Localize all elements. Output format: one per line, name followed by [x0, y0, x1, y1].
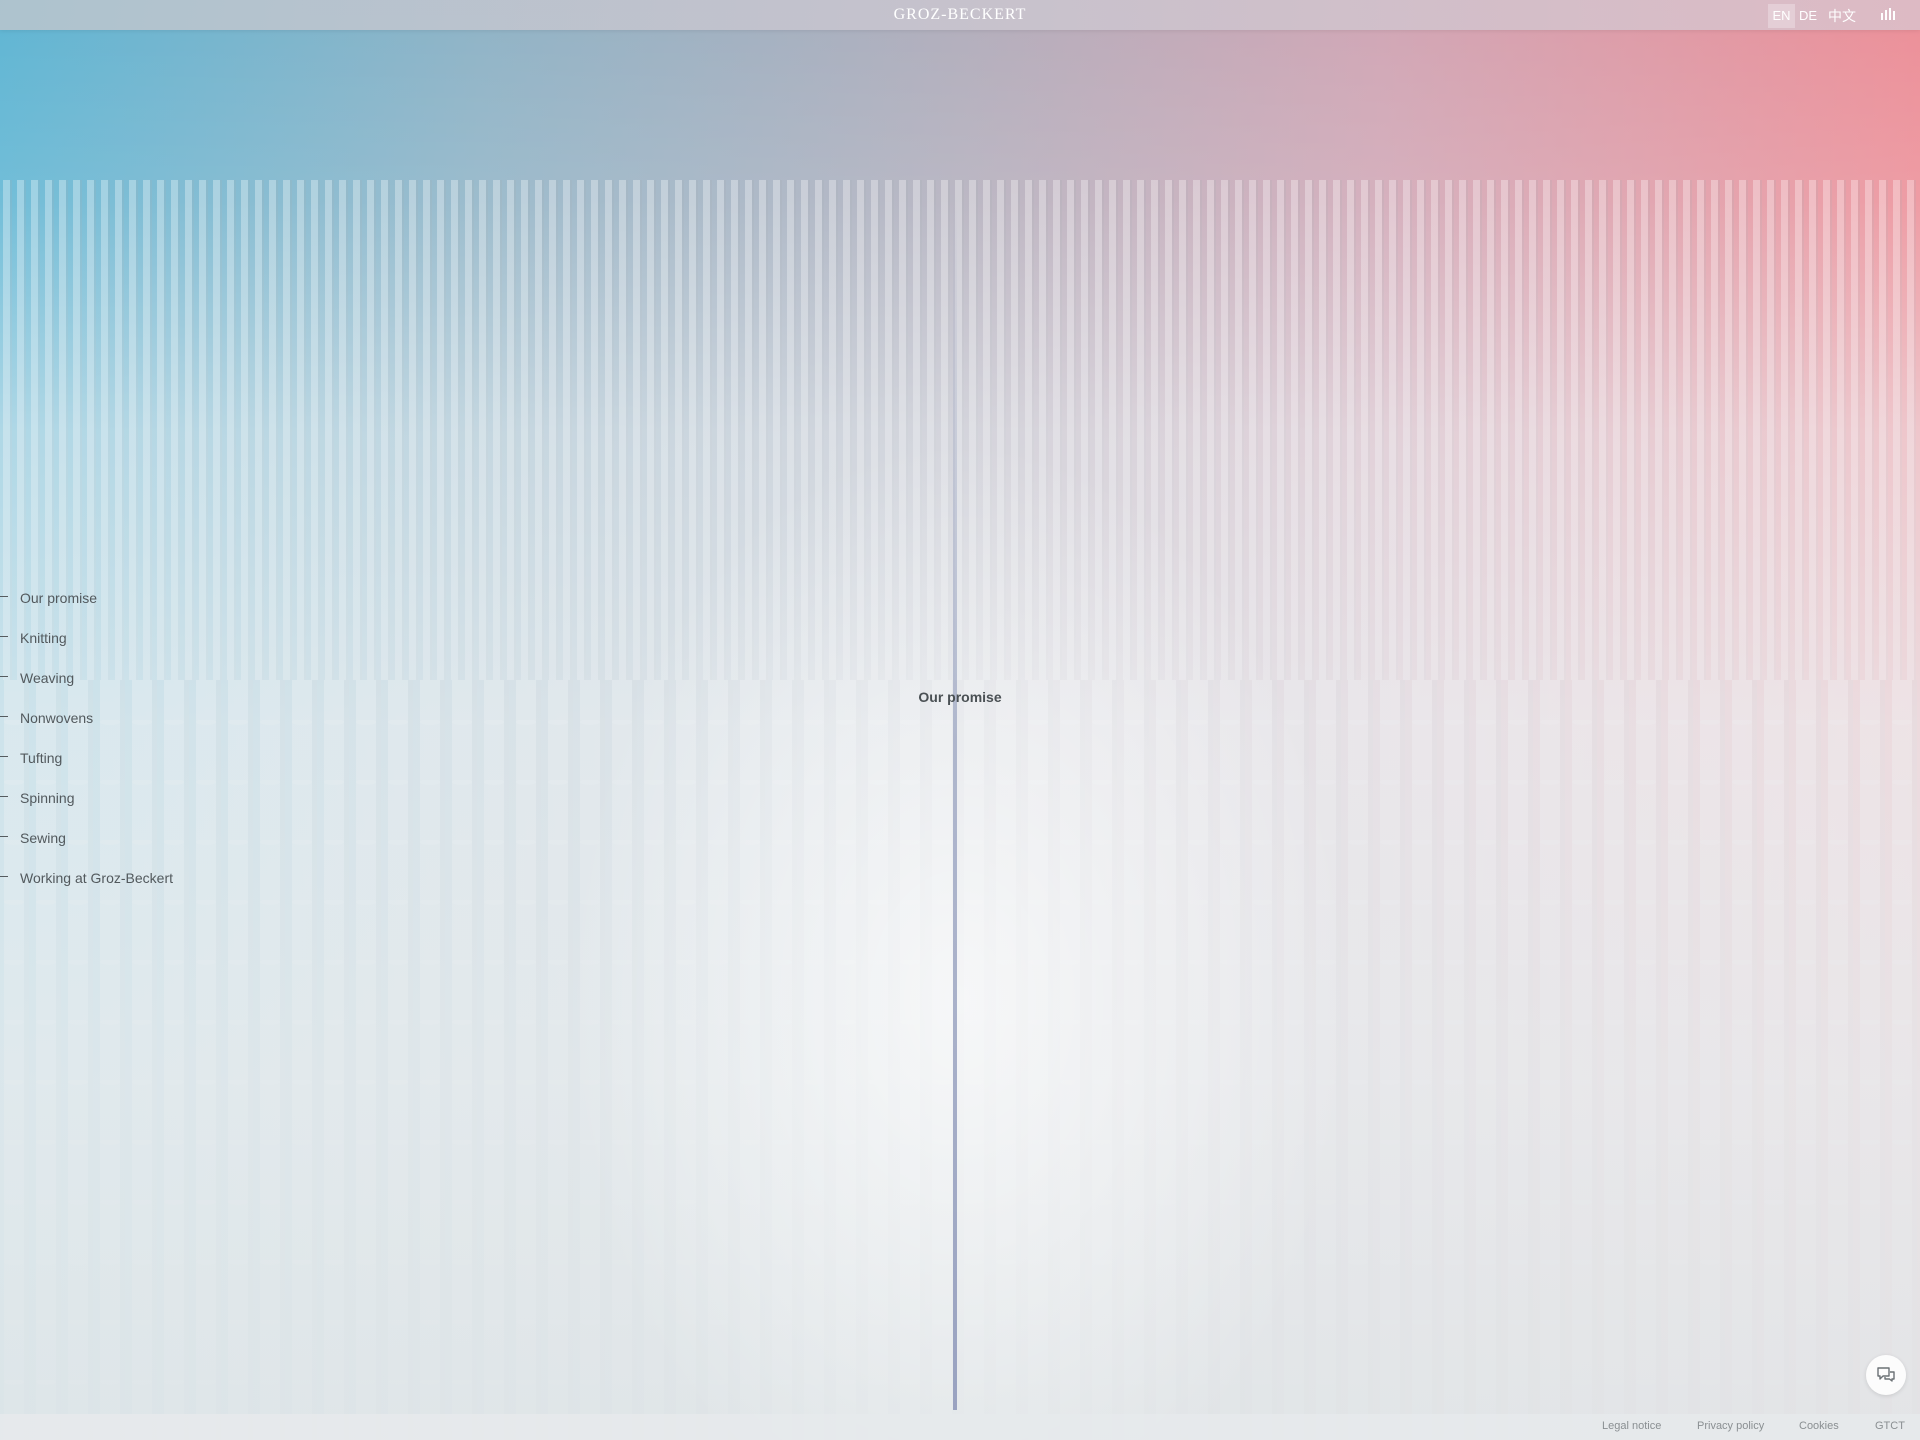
nav-item-label: Weaving	[20, 670, 75, 686]
background-glow	[0, 0, 1920, 1440]
nav-dash	[0, 836, 8, 837]
nav-item-label: Working at Groz-Beckert	[20, 870, 174, 886]
center-divider-line	[953, 190, 957, 1410]
section-navigation: Our promise Knitting Weaving Nonwovens T…	[0, 588, 173, 908]
nav-dash	[0, 716, 8, 717]
nav-item-nonwovens[interactable]: Nonwovens	[0, 708, 173, 748]
nav-dash	[0, 756, 8, 757]
language-en-button[interactable]: EN	[1768, 4, 1795, 28]
nav-item-label: Knitting	[20, 630, 67, 646]
footer: Legal notice Privacy policy Cookies GTCT	[0, 1414, 1920, 1440]
nav-item-our-promise[interactable]: Our promise	[0, 588, 173, 628]
nav-item-label: Sewing	[20, 830, 66, 846]
nav-item-tufting[interactable]: Tufting	[0, 748, 173, 788]
footer-link-privacy-policy[interactable]: Privacy policy	[1697, 1420, 1764, 1432]
nav-item-label: Our promise	[20, 590, 98, 606]
footer-link-legal-notice[interactable]: Legal notice	[1602, 1420, 1661, 1432]
nav-dash	[0, 876, 8, 877]
nav-dash	[0, 596, 8, 597]
footer-link-cookies[interactable]: Cookies	[1799, 1420, 1839, 1432]
nav-item-label: Tufting	[20, 750, 63, 766]
nav-item-spinning[interactable]: Spinning	[0, 788, 173, 828]
nav-dash	[0, 796, 8, 797]
brand-logo[interactable]: GROZ-BECKERT	[0, 6, 1920, 24]
section-title: Our promise	[918, 689, 1002, 705]
nav-item-sewing[interactable]: Sewing	[0, 828, 173, 868]
hero-background	[0, 0, 1920, 1440]
nav-dash	[0, 636, 8, 637]
top-bar: GROZ-BECKERT EN DE 中文	[0, 0, 1920, 30]
nav-item-knitting[interactable]: Knitting	[0, 628, 173, 668]
nav-dash	[0, 676, 8, 677]
footer-link-gtct[interactable]: GTCT	[1875, 1420, 1905, 1432]
language-de-button[interactable]: DE	[1797, 4, 1819, 28]
chat-bubbles-icon	[1877, 1367, 1895, 1382]
nav-item-label: Nonwovens	[20, 710, 94, 726]
nav-item-weaving[interactable]: Weaving	[0, 668, 173, 708]
chat-button[interactable]	[1866, 1355, 1906, 1395]
bars-icon[interactable]	[1880, 7, 1898, 23]
nav-item-working-at[interactable]: Working at Groz-Beckert	[0, 868, 173, 908]
language-zh-button[interactable]: 中文	[1826, 4, 1858, 28]
nav-item-label: Spinning	[20, 790, 75, 806]
